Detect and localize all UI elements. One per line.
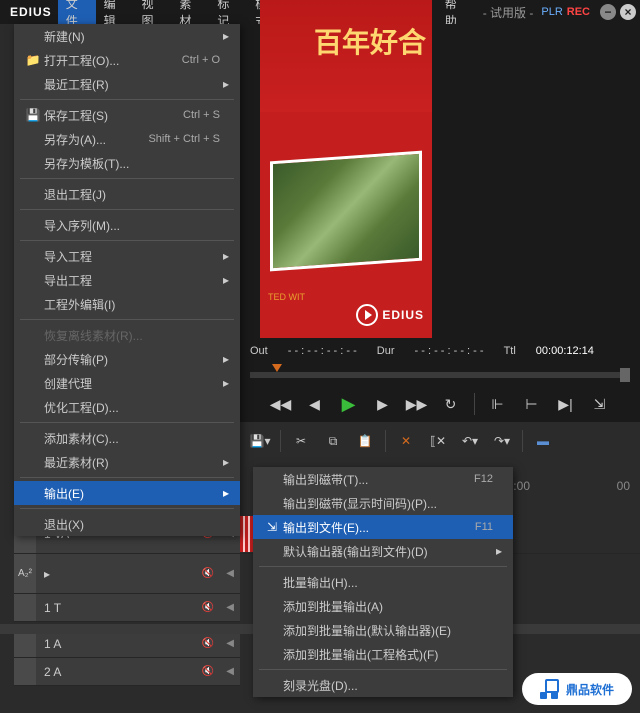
rec-label: REC <box>567 6 590 18</box>
minimize-button[interactable]: − <box>600 4 616 20</box>
file-menu-item-5[interactable]: 另存为(A)...Shift + Ctrl + S <box>14 127 240 151</box>
file-menu-item-16: 恢复离线素材(R)... <box>14 323 240 347</box>
file-menu-item-1[interactable]: 📁打开工程(O)...Ctrl + O <box>14 48 240 72</box>
redo-icon[interactable]: ↷▾ <box>490 429 514 453</box>
file-menu-item-4[interactable]: 💾保存工程(S)Ctrl + S <box>14 103 240 127</box>
dur-value: - - : - - : - - : - - <box>415 345 484 357</box>
file-menu-item-21[interactable]: 添加素材(C)... <box>14 426 240 450</box>
file-menu-item-6[interactable]: 另存为模板(T)... <box>14 151 240 175</box>
next-frame-button[interactable]: ▶ <box>372 393 394 415</box>
file-menu-item-12[interactable]: 导入工程▸ <box>14 244 240 268</box>
file-menu-item-10[interactable]: 导入序列(M)... <box>14 213 240 237</box>
output-submenu: 输出到磁带(T)...F12输出到磁带(显示时间码)(P)...⇲输出到文件(E… <box>253 467 513 697</box>
file-menu-dropdown: 新建(N)▸📁打开工程(O)...Ctrl + O最近工程(R)▸ 💾保存工程(S… <box>14 24 240 536</box>
plr-label: PLR <box>541 6 562 18</box>
track-header-2a[interactable]: 2 A🔇◀ <box>14 658 240 686</box>
prev-frame-button[interactable]: ◀ <box>304 393 326 415</box>
playback-panel: ◀◀ ◀ ▶ ▶ ▶▶ ↻ ⊩ ⊢ ▶| ⇲ <box>240 362 640 422</box>
render-icon[interactable]: ▬ <box>531 429 555 453</box>
file-menu-item-14[interactable]: 工程外编辑(I) <box>14 292 240 316</box>
ripple-icon[interactable]: ⟦✕ <box>426 429 450 453</box>
close-button[interactable]: × <box>620 4 636 20</box>
output-submenu-item-10[interactable]: 刻录光盘(D)... <box>253 673 513 697</box>
file-menu-item-0[interactable]: 新建(N)▸ <box>14 24 240 48</box>
output-submenu-item-3[interactable]: 默认输出器(输出到文件)(D)▸ <box>253 539 513 563</box>
rewind-button[interactable]: ◀◀ <box>270 393 292 415</box>
playhead-icon[interactable] <box>272 364 282 372</box>
in-point-button[interactable]: ⊩ <box>487 393 509 415</box>
cut-icon[interactable]: ✂ <box>289 429 313 453</box>
ttl-label: Ttl <box>504 345 516 357</box>
out-point-button[interactable]: ⊢ <box>521 393 543 415</box>
file-menu-item-22[interactable]: 最近素材(R)▸ <box>14 450 240 474</box>
copy-icon[interactable]: ⧉ <box>321 429 345 453</box>
file-menu-item-19[interactable]: 优化工程(D)... <box>14 395 240 419</box>
play-button[interactable]: ▶ <box>338 393 360 415</box>
undo-icon[interactable]: ↶▾ <box>458 429 482 453</box>
output-submenu-item-5[interactable]: 批量输出(H)... <box>253 570 513 594</box>
preview-area: 新 婚 贺 禧 百年好合 TED WIT EDIUS Out - - : - -… <box>240 24 640 362</box>
output-submenu-item-1[interactable]: 输出到磁带(显示时间码)(P)... <box>253 491 513 515</box>
save-icon[interactable]: 💾▾ <box>248 429 272 453</box>
output-submenu-item-2[interactable]: ⇲输出到文件(E)...F11 <box>253 515 513 539</box>
export-button[interactable]: ⇲ <box>589 393 611 415</box>
watermark-badge: 鼎品软件 <box>522 673 632 705</box>
status-row: Out - - : - - : - - : - - Dur - - : - - … <box>240 340 640 362</box>
out-label: Out <box>250 345 268 357</box>
file-menu-item-8[interactable]: 退出工程(J) <box>14 182 240 206</box>
loop-button[interactable]: ↻ <box>440 393 462 415</box>
preview-wit: TED WIT <box>268 292 305 302</box>
file-menu-item-24[interactable]: 输出(E)▸ <box>14 481 240 505</box>
output-submenu-item-8[interactable]: 添加到批量输出(工程格式)(F) <box>253 642 513 666</box>
file-menu-item-26[interactable]: 退出(X) <box>14 512 240 536</box>
app-logo: EDIUS <box>4 5 58 19</box>
file-menu-item-13[interactable]: 导出工程▸ <box>14 268 240 292</box>
scrubber[interactable] <box>240 362 640 386</box>
skip-fwd-button[interactable]: ▶| <box>555 393 577 415</box>
forward-button[interactable]: ▶▶ <box>406 393 428 415</box>
dur-label: Dur <box>377 345 395 357</box>
output-submenu-item-0[interactable]: 输出到磁带(T)...F12 <box>253 467 513 491</box>
ttl-value: 00:00:12:14 <box>536 345 594 357</box>
preview-canvas: 新 婚 贺 禧 百年好合 TED WIT EDIUS <box>260 38 432 338</box>
edius-watermark: EDIUS <box>356 304 424 326</box>
file-menu-item-17[interactable]: 部分传输(P)▸ <box>14 347 240 371</box>
delete-icon[interactable]: ✕ <box>394 429 418 453</box>
preview-title: 百年好合 <box>260 0 432 61</box>
out-value: - - : - - : - - : - - <box>288 345 357 357</box>
track-header-1a[interactable]: 1 A🔇◀ <box>14 630 240 658</box>
file-menu-item-18[interactable]: 创建代理▸ <box>14 371 240 395</box>
file-menu-item-2[interactable]: 最近工程(R)▸ <box>14 72 240 96</box>
output-submenu-item-7[interactable]: 添加到批量输出(默认输出器)(E) <box>253 618 513 642</box>
trial-label: - 试用版 - <box>475 4 542 21</box>
watermark-icon <box>540 679 560 699</box>
track-header-t[interactable]: 1 T🔇◀ <box>14 594 240 622</box>
output-submenu-item-6[interactable]: 添加到批量输出(A) <box>253 594 513 618</box>
playback-controls: ◀◀ ◀ ▶ ▶ ▶▶ ↻ ⊩ ⊢ ▶| ⇲ <box>240 386 640 422</box>
paste-icon[interactable]: 📋 <box>353 429 377 453</box>
track-header-a2[interactable]: A₂²▸🔇◀ <box>14 554 240 594</box>
timeline-toolbar: 💾▾ ✂ ⧉ 📋 ✕ ⟦✕ ↶▾ ↷▾ ▬ <box>240 422 640 460</box>
